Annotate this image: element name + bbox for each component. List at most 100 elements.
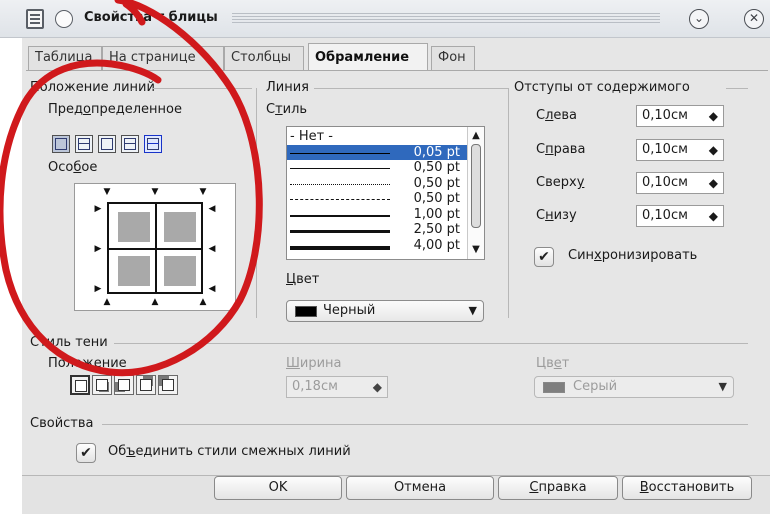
- shadow-position-label: Положение: [48, 356, 127, 371]
- line-style-list[interactable]: - Нет -0,05 pt 0,50 pt 0,50 pt 0,50 pt 1,00 …: [286, 126, 485, 260]
- title-bar: Свойства т блицы ⌄ ✕: [0, 0, 770, 38]
- line-style-scrollbar[interactable]: ▲ ▼: [467, 127, 484, 259]
- arrow-right-icon: ▶: [94, 284, 102, 294]
- shadow-width-field: 0,18см ◆: [286, 376, 388, 398]
- sticky-icon[interactable]: [55, 10, 73, 28]
- line-style-label: Стиль: [266, 102, 308, 117]
- tab-text-flow[interactable]: На странице: [102, 46, 224, 70]
- arrow-down-icon: ▼: [199, 187, 207, 197]
- line-style-option[interactable]: 2,50 pt: [287, 222, 468, 237]
- spacing-right-field[interactable]: 0,10см ◆: [636, 139, 724, 161]
- line-style-option[interactable]: 4,00 pt: [287, 238, 468, 253]
- spacing-right-value: 0,10см: [642, 142, 688, 157]
- group-divider: [508, 88, 509, 318]
- cancel-button[interactable]: Отмена: [346, 476, 494, 500]
- scroll-thumb[interactable]: [471, 144, 481, 228]
- arrow-up-icon: ▲: [151, 297, 159, 307]
- line-sample: [290, 168, 390, 169]
- shadow-bottom-right-icon[interactable]: [92, 375, 112, 395]
- shadow-width-value: 0,18см: [292, 379, 338, 394]
- properties-group-rule: [102, 424, 748, 425]
- arrow-up-icon: ▲: [199, 297, 207, 307]
- shadow-bottom-left-icon[interactable]: [114, 375, 134, 395]
- tab-table[interactable]: Таблица: [28, 46, 102, 70]
- line-style-label: 0,05 pt: [413, 144, 460, 160]
- spacing-left-value: 0,10см: [642, 108, 688, 123]
- line-style-option[interactable]: 0,50 pt: [287, 176, 468, 191]
- line-sample: [290, 183, 390, 185]
- line-sample: [290, 230, 390, 233]
- spin-icon[interactable]: ◆: [709, 140, 718, 160]
- no-borders-icon[interactable]: [52, 135, 70, 153]
- spin-icon[interactable]: ◆: [709, 106, 718, 126]
- color-swatch: [543, 382, 565, 393]
- tab-background[interactable]: Фон: [431, 46, 475, 70]
- spacing-bottom-label: Снизу: [536, 208, 577, 223]
- preview-cell: [164, 256, 196, 286]
- line-style-label: 0,50 pt: [413, 175, 460, 191]
- line-style-label: 4,00 pt: [413, 237, 460, 253]
- tab-borders[interactable]: Обрамление: [308, 43, 428, 71]
- chevron-down-icon: ▼: [468, 304, 477, 317]
- line-sample: [290, 214, 390, 217]
- scroll-up-icon[interactable]: ▲: [468, 129, 484, 143]
- line-style-option[interactable]: - Нет -: [287, 129, 468, 144]
- sync-checkbox[interactable]: ✔: [534, 247, 554, 267]
- arrow-right-icon: ▶: [94, 204, 102, 214]
- line-style-label: 1,00 pt: [413, 206, 460, 222]
- spacing-top-field[interactable]: 0,10см ◆: [636, 172, 724, 194]
- reset-button[interactable]: Восстановить: [622, 476, 752, 500]
- shadow-top-right-icon[interactable]: [136, 375, 156, 395]
- tab-columns[interactable]: Столбцы: [224, 46, 304, 70]
- outer-inner-horizontal-icon[interactable]: [121, 135, 139, 153]
- shadow-top-left-icon[interactable]: [158, 375, 178, 395]
- line-group-label: Линия: [266, 80, 309, 95]
- help-button[interactable]: Справка: [498, 476, 618, 500]
- line-group-rule: [314, 88, 508, 89]
- all-borders-icon[interactable]: [144, 135, 162, 153]
- line-color-select[interactable]: Черный ▼: [286, 300, 484, 322]
- preview-cell: [164, 212, 196, 242]
- line-color-label: Цвет: [286, 272, 320, 287]
- arrow-down-icon: ▼: [151, 187, 159, 197]
- line-style-option[interactable]: 0,50 pt: [287, 191, 468, 206]
- spacing-bottom-field[interactable]: 0,10см ◆: [636, 205, 724, 227]
- preset-label: Предопределенное: [48, 102, 182, 117]
- line-sample: [290, 245, 390, 250]
- spacing-group-rule: [726, 88, 748, 89]
- line-arrangement-label: Положение линий: [30, 80, 155, 95]
- button-bar: OK Отмена Справка Восстановить: [22, 475, 770, 514]
- shadow-color-label: Цвет: [536, 356, 570, 371]
- merge-adjacent-label: Объединить стили смежных линий: [108, 444, 351, 459]
- line-style-label: 0,50 pt: [413, 160, 460, 175]
- spacing-group-label: Отступы от содержимого: [514, 80, 690, 95]
- sync-label: Синхронизировать: [568, 248, 698, 263]
- line-style-label: 0,50 pt: [413, 191, 460, 206]
- no-shadow-icon[interactable]: [70, 375, 90, 395]
- custom-label: Особое: [48, 160, 98, 175]
- scroll-down-icon[interactable]: ▼: [468, 243, 484, 257]
- shadow-color-select: Серый ▼: [534, 376, 734, 398]
- merge-adjacent-checkbox[interactable]: ✔: [76, 443, 96, 463]
- preview-table: [107, 202, 203, 294]
- line-style-option[interactable]: 0,05 pt: [287, 144, 468, 160]
- spin-icon[interactable]: ◆: [709, 173, 718, 193]
- spacing-left-field[interactable]: 0,10см ◆: [636, 105, 724, 127]
- ok-button[interactable]: OK: [214, 476, 342, 500]
- spin-icon: ◆: [372, 380, 382, 394]
- arrow-left-icon: ◀: [208, 284, 216, 294]
- minimize-button[interactable]: ⌄: [689, 9, 709, 29]
- outer-horizontal-icon[interactable]: [98, 135, 116, 153]
- chevron-down-icon: ▼: [718, 380, 727, 393]
- close-button[interactable]: ✕: [744, 9, 764, 29]
- outer-border-icon[interactable]: [75, 135, 93, 153]
- line-style-option[interactable]: 0,50 pt: [287, 160, 468, 175]
- shadow-width-label: Ширина: [286, 356, 342, 371]
- spin-icon[interactable]: ◆: [709, 206, 718, 226]
- line-style-option[interactable]: 1,00 pt: [287, 207, 468, 222]
- group-divider: [256, 88, 257, 318]
- window-menu-icon[interactable]: [26, 9, 44, 29]
- border-preview[interactable]: ▼ ▼ ▼ ▲ ▲ ▲ ▶ ▶ ▶ ◀ ◀ ◀: [74, 183, 236, 311]
- arrow-down-icon: ▼: [103, 187, 111, 197]
- table-properties-dialog: Таблица На странице Столбцы Обрамление Ф…: [22, 38, 770, 514]
